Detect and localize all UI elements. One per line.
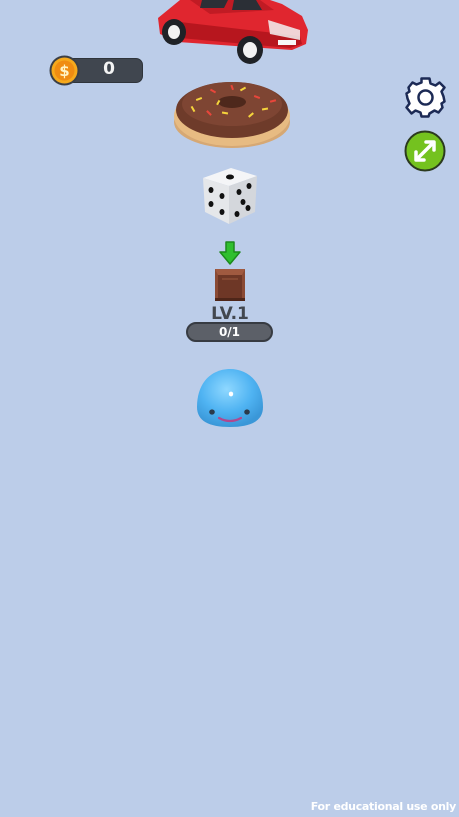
donut-object	[170, 78, 294, 152]
level-progress: 0/1	[186, 322, 273, 342]
settings-button[interactable]	[405, 77, 446, 118]
crate-object[interactable]	[212, 265, 248, 303]
watermark-text: For educational use only	[310, 800, 457, 813]
coin-icon: $	[49, 55, 80, 86]
player-slime[interactable]	[193, 367, 267, 429]
gear-icon	[405, 77, 446, 118]
car-object	[150, 0, 312, 70]
coin-count: 0	[103, 59, 115, 79]
down-arrow-icon	[219, 241, 241, 265]
expand-button[interactable]	[404, 130, 446, 172]
coin-symbol: $	[59, 62, 69, 80]
expand-arrows-icon	[404, 130, 446, 172]
dice-object	[199, 164, 261, 228]
progress-text: 0/1	[218, 325, 241, 339]
coin-counter: 0 $	[49, 55, 144, 86]
